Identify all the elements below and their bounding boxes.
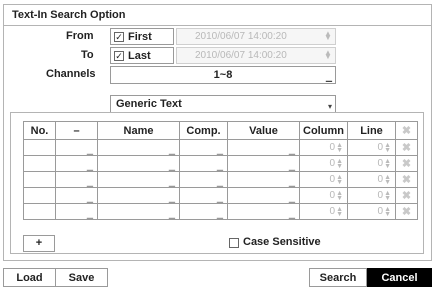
case-sensitive-checkbox[interactable] xyxy=(229,238,239,248)
row-operator-cell[interactable]: ▁ xyxy=(55,187,98,204)
to-datetime-value: 2010/06/07 14:00:20 xyxy=(195,50,287,61)
col-header-no: No. xyxy=(23,121,56,140)
delete-x-icon[interactable]: ✖ xyxy=(395,171,418,188)
row-no-cell xyxy=(23,187,56,204)
row-operator-cell[interactable]: ▁ xyxy=(55,171,98,188)
dropdown-icon[interactable]: ▁ xyxy=(326,74,332,82)
table-row: ▁ ▁ ▁ ▁ 0 ▲ ▼ 0 ▲ ▼ ✖ xyxy=(23,155,418,172)
from-datetime-value: 2010/06/07 14:00:20 xyxy=(195,31,287,42)
row-column-cell[interactable]: 0 ▲ ▼ xyxy=(299,171,348,188)
row-column-cell[interactable]: 0 ▲ ▼ xyxy=(299,203,348,220)
row-operator-cell[interactable]: ▁ xyxy=(55,139,98,156)
from-first-label: First xyxy=(128,31,152,43)
row-column-cell[interactable]: 0 ▲ ▼ xyxy=(299,187,348,204)
to-datetime-field[interactable]: 2010/06/07 14:00:20 ▲ ▼ xyxy=(176,47,336,64)
spinner-icon: ▲ ▼ xyxy=(384,206,391,218)
channels-select[interactable]: 1~8 ▁ xyxy=(110,66,336,84)
row-name-cell[interactable]: ▁ xyxy=(97,203,180,220)
table-row: ▁ ▁ ▁ ▁ 0 ▲ ▼ 0 ▲ ▼ ✖ xyxy=(23,203,418,220)
col-header-name: Name xyxy=(97,121,180,140)
dialog-title: Text-In Search Option xyxy=(12,9,126,21)
dropdown-icon[interactable]: ▾ xyxy=(328,103,332,111)
spinner-icon: ▲ ▼ xyxy=(384,158,391,170)
delete-x-icon[interactable]: ✖ xyxy=(395,203,418,220)
row-comp-cell[interactable]: ▁ xyxy=(179,203,228,220)
spinner-icon: ▲ ▼ xyxy=(384,174,391,186)
col-header-operator: – xyxy=(55,121,98,140)
to-last-label: Last xyxy=(128,50,151,62)
row-line-cell[interactable]: 0 ▲ ▼ xyxy=(347,187,396,204)
row-line-cell[interactable]: 0 ▲ ▼ xyxy=(347,203,396,220)
row-value-cell[interactable]: ▁ xyxy=(227,203,300,220)
row-name-cell[interactable]: ▁ xyxy=(97,139,180,156)
col-header-column: Column xyxy=(299,121,348,140)
row-line-cell[interactable]: 0 ▲ ▼ xyxy=(347,155,396,172)
delete-x-icon[interactable]: ✖ xyxy=(395,155,418,172)
row-no-cell xyxy=(23,155,56,172)
load-button[interactable]: Load xyxy=(3,268,56,287)
row-value-cell[interactable]: ▁ xyxy=(227,139,300,156)
delete-all-icon[interactable]: ✖ xyxy=(395,121,418,140)
to-label: To xyxy=(81,49,94,61)
row-no-cell xyxy=(23,139,56,156)
col-header-value: Value xyxy=(227,121,300,140)
row-line-cell[interactable]: 0 ▲ ▼ xyxy=(347,139,396,156)
row-name-cell[interactable]: ▁ xyxy=(97,171,180,188)
spinner-icon: ▲ ▼ xyxy=(336,142,343,154)
spinner-icon: ▲ ▼ xyxy=(336,158,343,170)
table-row: ▁ ▁ ▁ ▁ 0 ▲ ▼ 0 ▲ ▼ ✖ xyxy=(23,171,418,188)
row-comp-cell[interactable]: ▁ xyxy=(179,155,228,172)
spinner-icon[interactable]: ▲ ▼ xyxy=(324,30,332,42)
col-header-comp: Comp. xyxy=(179,121,228,140)
add-condition-button[interactable]: + xyxy=(23,235,55,252)
delete-x-icon[interactable]: ✖ xyxy=(395,187,418,204)
col-header-line: Line xyxy=(347,121,396,140)
row-column-cell[interactable]: 0 ▲ ▼ xyxy=(299,155,348,172)
row-no-cell xyxy=(23,171,56,188)
channels-label: Channels xyxy=(46,68,96,80)
spinner-icon: ▲ ▼ xyxy=(336,206,343,218)
conditions-table: No. – Name Comp. Value Column Line ✖ ▁ ▁… xyxy=(23,121,418,220)
table-row: ▁ ▁ ▁ ▁ 0 ▲ ▼ 0 ▲ ▼ ✖ xyxy=(23,139,418,156)
table-header-row: No. – Name Comp. Value Column Line ✖ xyxy=(23,121,418,140)
delete-x-icon[interactable]: ✖ xyxy=(395,139,418,156)
case-sensitive-label: Case Sensitive xyxy=(243,236,321,248)
row-operator-cell[interactable]: ▁ xyxy=(55,203,98,220)
row-name-cell[interactable]: ▁ xyxy=(97,187,180,204)
from-label: From xyxy=(66,30,94,42)
save-button[interactable]: Save xyxy=(55,268,108,287)
row-column-cell[interactable]: 0 ▲ ▼ xyxy=(299,139,348,156)
from-datetime-field[interactable]: 2010/06/07 14:00:20 ▲ ▼ xyxy=(176,28,336,45)
row-value-cell[interactable]: ▁ xyxy=(227,155,300,172)
row-value-cell[interactable]: ▁ xyxy=(227,171,300,188)
row-name-cell[interactable]: ▁ xyxy=(97,155,180,172)
spinner-icon: ▲ ▼ xyxy=(384,190,391,202)
spinner-icon: ▲ ▼ xyxy=(384,142,391,154)
check-icon[interactable]: ✓ xyxy=(114,32,124,42)
check-icon[interactable]: ✓ xyxy=(114,51,124,61)
row-value-cell[interactable]: ▁ xyxy=(227,187,300,204)
text-type-value: Generic Text xyxy=(116,98,182,110)
row-no-cell xyxy=(23,203,56,220)
row-comp-cell[interactable]: ▁ xyxy=(179,171,228,188)
spinner-icon: ▲ ▼ xyxy=(336,174,343,186)
spinner-icon[interactable]: ▲ ▼ xyxy=(324,49,332,61)
text-type-select[interactable]: Generic Text ▾ xyxy=(110,95,336,113)
cancel-button[interactable]: Cancel xyxy=(367,268,432,287)
search-button[interactable]: Search xyxy=(309,268,367,287)
row-comp-cell[interactable]: ▁ xyxy=(179,187,228,204)
from-first-toggle[interactable]: ✓ First xyxy=(110,28,174,45)
row-line-cell[interactable]: 0 ▲ ▼ xyxy=(347,171,396,188)
channels-value: 1~8 xyxy=(213,69,233,81)
row-comp-cell[interactable]: ▁ xyxy=(179,139,228,156)
row-operator-cell[interactable]: ▁ xyxy=(55,155,98,172)
table-row: ▁ ▁ ▁ ▁ 0 ▲ ▼ 0 ▲ ▼ ✖ xyxy=(23,187,418,204)
spinner-icon: ▲ ▼ xyxy=(336,190,343,202)
to-last-toggle[interactable]: ✓ Last xyxy=(110,47,174,64)
